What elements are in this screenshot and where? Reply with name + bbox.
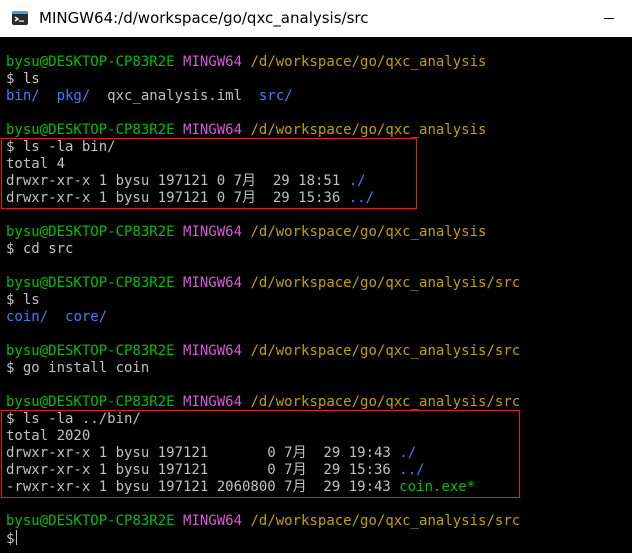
prompt-user: bysu@DESKTOP-CP83R2E (6, 54, 175, 70)
file-entry: qxc_analysis.iml (107, 88, 243, 104)
window-title: MINGW64:/d/workspace/go/qxc_analysis/src (39, 9, 369, 27)
prompt-host: MINGW64 (183, 54, 243, 70)
prompt-path: /d/workspace/go/qxc_analysis/src (250, 275, 521, 291)
prompt-line: bysu@DESKTOP-CP83R2E MINGW64 /d/workspac… (6, 513, 520, 530)
prompt-host: MINGW64 (183, 513, 243, 529)
prompt-line: bysu@DESKTOP-CP83R2E MINGW64 /d/workspac… (6, 394, 520, 411)
prompt-line: bysu@DESKTOP-CP83R2E MINGW64 /d/workspac… (6, 122, 486, 139)
prompt-host: MINGW64 (183, 122, 243, 138)
prompt-line: bysu@DESKTOP-CP83R2E MINGW64 /d/workspac… (6, 54, 486, 71)
prompt-line: bysu@DESKTOP-CP83R2E MINGW64 /d/workspac… (6, 343, 520, 360)
prompt-user: bysu@DESKTOP-CP83R2E (6, 343, 175, 359)
prompt-path: /d/workspace/go/qxc_analysis (250, 54, 487, 70)
prompt-path: /d/workspace/go/qxc_analysis (250, 224, 487, 240)
prompt-host: MINGW64 (183, 394, 243, 410)
dir-entry: core/ (65, 309, 108, 325)
command-line: $ go install coin (6, 360, 150, 376)
title-bar[interactable]: MINGW64:/d/workspace/go/qxc_analysis/src (0, 0, 632, 37)
highlight-box-bin-listing (1, 138, 417, 209)
prompt-path: /d/workspace/go/qxc_analysis (250, 122, 487, 138)
git-bash-icon (12, 11, 28, 25)
prompt-host: MINGW64 (183, 224, 243, 240)
dir-entry: src/ (258, 88, 293, 104)
prompt-user: bysu@DESKTOP-CP83R2E (6, 394, 175, 410)
dir-entry: pkg/ (56, 88, 91, 104)
prompt-host: MINGW64 (183, 275, 243, 291)
highlight-box-upbin-listing (1, 410, 520, 498)
terminal-output[interactable]: bysu@DESKTOP-CP83R2E MINGW64 /d/workspac… (0, 37, 632, 553)
command-line[interactable]: $ (6, 530, 18, 547)
minimize-button[interactable] (586, 0, 632, 37)
dir-entry: bin/ (6, 88, 40, 104)
final-prompt: $ (6, 531, 15, 547)
command-line: $ ls (6, 71, 40, 87)
dir-entry: coin/ (6, 309, 49, 325)
ls-output: bin/ pkg/ qxc_analysis.iml src/ (6, 88, 293, 105)
prompt-path: /d/workspace/go/qxc_analysis/src (250, 513, 521, 529)
prompt-user: bysu@DESKTOP-CP83R2E (6, 224, 175, 240)
prompt-line: bysu@DESKTOP-CP83R2E MINGW64 /d/workspac… (6, 275, 520, 292)
ls-output: coin/ core/ (6, 309, 107, 326)
prompt-user: bysu@DESKTOP-CP83R2E (6, 513, 175, 529)
text-cursor (16, 530, 18, 545)
prompt-line: bysu@DESKTOP-CP83R2E MINGW64 /d/workspac… (6, 224, 486, 241)
command-line: $ cd src (6, 241, 74, 257)
prompt-user: bysu@DESKTOP-CP83R2E (6, 275, 175, 291)
prompt-path: /d/workspace/go/qxc_analysis/src (250, 343, 521, 359)
command-line: $ ls (6, 292, 40, 308)
terminal-window: MINGW64:/d/workspace/go/qxc_analysis/src… (0, 0, 632, 553)
prompt-host: MINGW64 (183, 343, 243, 359)
prompt-user: bysu@DESKTOP-CP83R2E (6, 122, 175, 138)
prompt-path: /d/workspace/go/qxc_analysis/src (250, 394, 521, 410)
